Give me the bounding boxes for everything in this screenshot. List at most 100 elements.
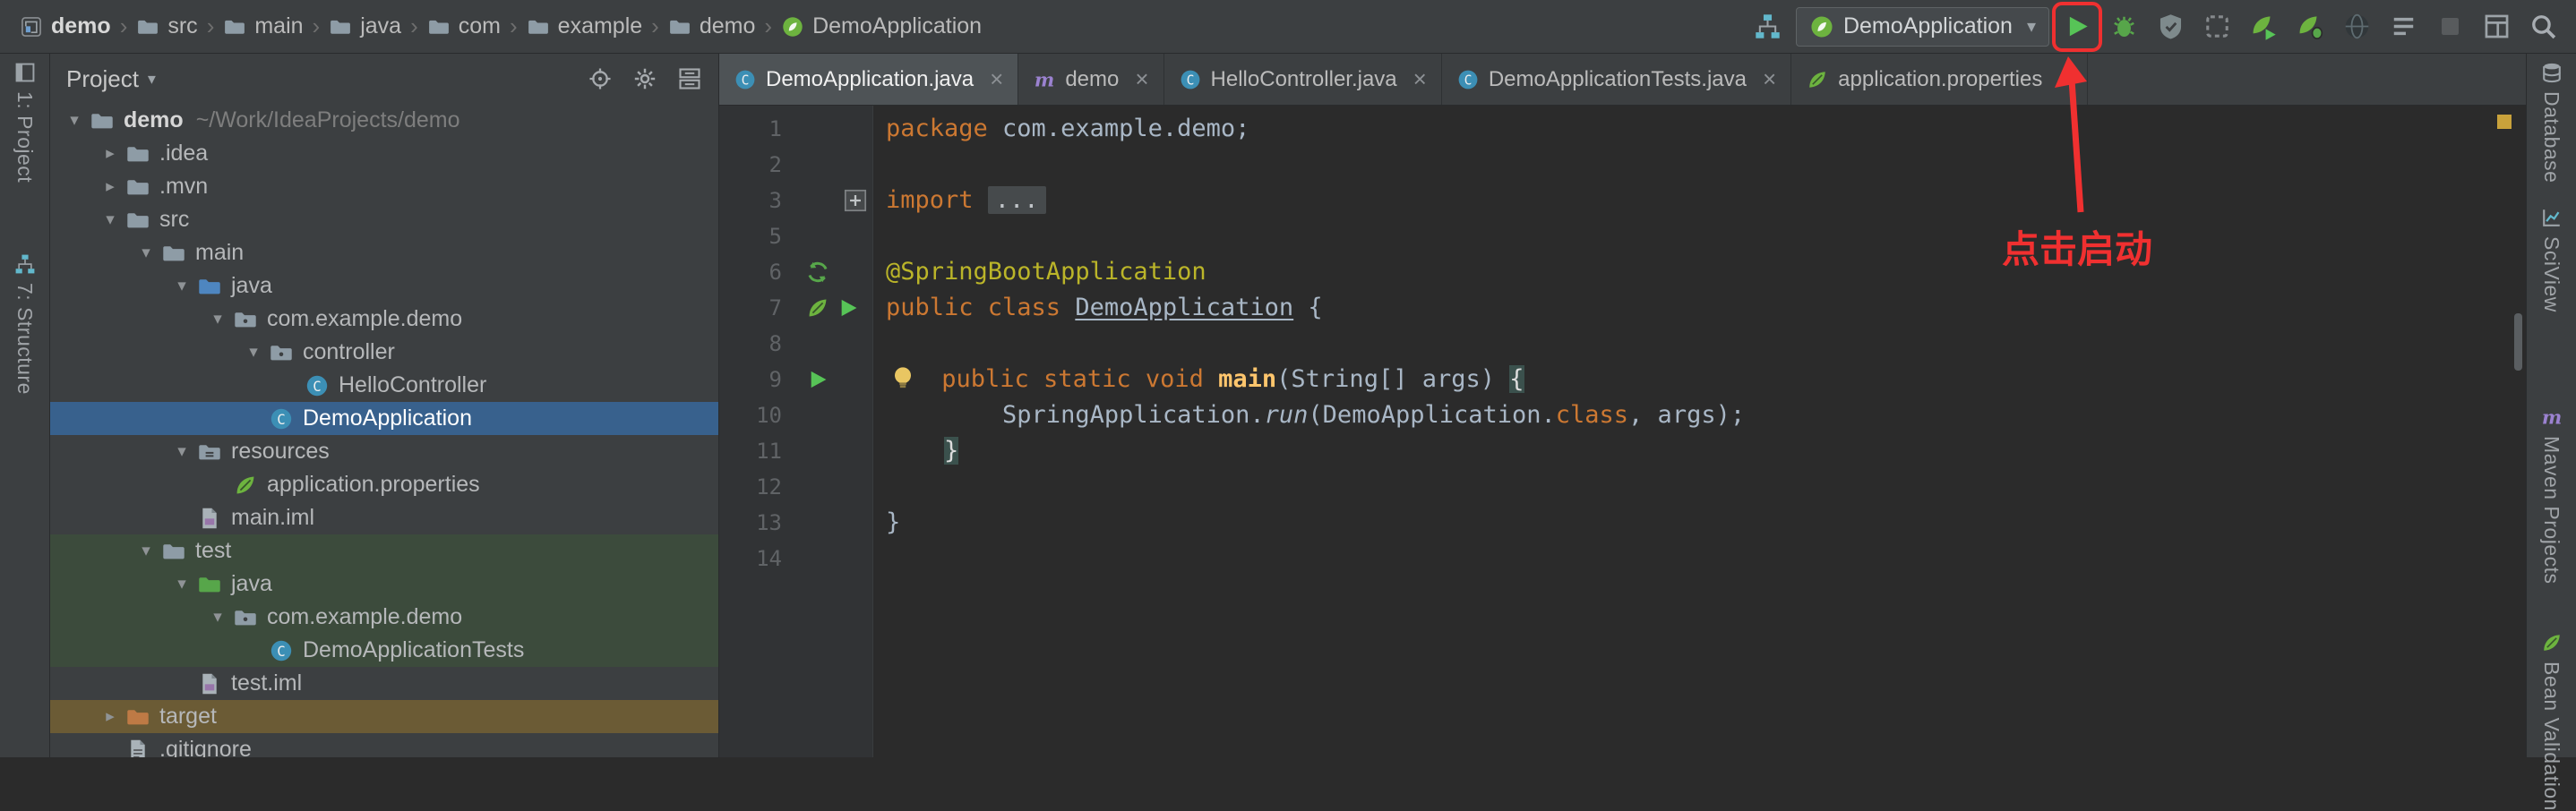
tool-window-button-7-structure[interactable]: 7: Structure bbox=[13, 252, 37, 395]
tree-item-label: application.properties bbox=[267, 472, 480, 497]
play-icon[interactable] bbox=[836, 295, 861, 320]
collapse-all-icon bbox=[677, 66, 702, 91]
search-everywhere-button[interactable] bbox=[2524, 8, 2562, 46]
breadcrumb-item-com[interactable]: com bbox=[424, 12, 504, 41]
svg-text:C: C bbox=[277, 642, 285, 659]
close-tab-icon[interactable]: × bbox=[1413, 65, 1427, 93]
chevron-down-icon[interactable]: ▾ bbox=[167, 441, 197, 462]
editor-scrollbar-thumb[interactable] bbox=[2514, 313, 2522, 371]
breadcrumb-item-demoapplication[interactable]: DemoApplication bbox=[777, 12, 985, 41]
spring-run-button[interactable] bbox=[2245, 8, 2282, 46]
structure-button[interactable] bbox=[1749, 8, 1787, 46]
close-tab-icon[interactable]: × bbox=[1763, 65, 1776, 93]
chevron-down-icon[interactable]: ▾ bbox=[202, 607, 233, 627]
tree-item-application-properties[interactable]: application.properties bbox=[50, 468, 718, 501]
locate-button[interactable] bbox=[584, 63, 616, 95]
tree-item-demo[interactable]: ▾ demo ~/Work/IdeaProjects/demo bbox=[50, 104, 718, 137]
tree-item-com-example-demo[interactable]: ▾ com.example.demo bbox=[50, 303, 718, 336]
chevron-down-icon[interactable]: ▾ bbox=[131, 243, 161, 263]
tree-item-test-iml[interactable]: test.iml bbox=[50, 667, 718, 700]
tab-hellocontroller-java[interactable]: C HelloController.java × bbox=[1164, 54, 1442, 105]
line-number[interactable]: 7 bbox=[719, 290, 798, 326]
globe-button[interactable] bbox=[2338, 8, 2375, 46]
tree-item-src[interactable]: ▾ src bbox=[50, 203, 718, 236]
chevron-down-icon[interactable]: ▾ bbox=[167, 574, 197, 594]
tab-demoapplicationtests-java[interactable]: C DemoApplicationTests.java × bbox=[1442, 54, 1792, 105]
window-layout-button[interactable] bbox=[2477, 8, 2515, 46]
run-with-coverage-button[interactable] bbox=[2151, 8, 2189, 46]
spring-leaf-icon[interactable] bbox=[805, 295, 830, 320]
chevron-right-icon[interactable]: ▸ bbox=[95, 143, 125, 164]
tool-window-button-sciview[interactable]: SciView bbox=[2539, 206, 2563, 312]
class-icon: C bbox=[1456, 68, 1480, 91]
chevron-down-icon[interactable]: ▾ bbox=[59, 110, 90, 131]
inspection-status-badge[interactable] bbox=[2497, 115, 2512, 129]
line-number[interactable]: 10 bbox=[719, 397, 798, 433]
profiler-button[interactable] bbox=[2198, 8, 2236, 46]
settings-button[interactable] bbox=[629, 63, 661, 95]
line-number[interactable]: 9 bbox=[719, 362, 798, 397]
tree-item-test[interactable]: ▾ test bbox=[50, 534, 718, 568]
chevron-down-icon[interactable]: ▾ bbox=[238, 342, 269, 363]
line-number[interactable]: 12 bbox=[719, 469, 798, 505]
tree-item-com-example-demo[interactable]: ▾ com.example.demo bbox=[50, 601, 718, 634]
tree-item-hellocontroller[interactable]: C HelloController bbox=[50, 369, 718, 402]
tree-item-java[interactable]: ▾ java bbox=[50, 269, 718, 303]
collapse-all-button[interactable] bbox=[674, 63, 706, 95]
tree-item-controller[interactable]: ▾ controller bbox=[50, 336, 718, 369]
chevron-down-icon[interactable]: ▾ bbox=[202, 309, 233, 329]
breadcrumb-item-demo[interactable]: demo bbox=[665, 12, 760, 41]
tool-window-button-maven-projects[interactable]: m Maven Projects bbox=[2539, 406, 2563, 585]
line-number[interactable]: 8 bbox=[719, 326, 798, 362]
breadcrumb-item-example[interactable]: example bbox=[523, 12, 647, 41]
debug-button[interactable] bbox=[2105, 8, 2142, 46]
fold-plus-icon[interactable] bbox=[843, 188, 868, 213]
bean-icon[interactable] bbox=[805, 260, 830, 285]
chevron-right-icon[interactable]: ▸ bbox=[95, 176, 125, 197]
tree-item-target[interactable]: ▸ target bbox=[50, 700, 718, 733]
console-button[interactable] bbox=[2384, 8, 2422, 46]
breadcrumb-item-java[interactable]: java bbox=[325, 12, 405, 41]
chevron-down-icon[interactable]: ▾ bbox=[131, 541, 161, 561]
spring-debug-button[interactable] bbox=[2291, 8, 2329, 46]
stop-button[interactable] bbox=[2431, 8, 2469, 46]
tab-demo[interactable]: m demo × bbox=[1018, 54, 1164, 105]
tree-item-demoapplication[interactable]: C DemoApplication bbox=[50, 402, 718, 435]
tree-item-idea[interactable]: ▸ .idea bbox=[50, 137, 718, 170]
tab-demoapplication-java[interactable]: C DemoApplication.java × bbox=[719, 54, 1019, 105]
line-number[interactable]: 3 bbox=[719, 183, 798, 218]
close-tab-icon[interactable]: × bbox=[2058, 65, 2072, 93]
close-tab-icon[interactable]: × bbox=[1135, 65, 1148, 93]
play-icon[interactable] bbox=[805, 367, 830, 392]
line-number[interactable]: 14 bbox=[719, 541, 798, 576]
bulb-icon[interactable] bbox=[889, 364, 916, 391]
tool-window-button-bean-validation[interactable]: Bean Validation bbox=[2539, 631, 2563, 811]
close-tab-icon[interactable]: × bbox=[990, 65, 1003, 93]
line-number[interactable]: 5 bbox=[719, 218, 798, 254]
chevron-right-icon[interactable]: ▸ bbox=[95, 706, 125, 727]
breadcrumb-item-main[interactable]: main bbox=[219, 12, 306, 41]
tree-item-demoapplicationtests[interactable]: C DemoApplicationTests bbox=[50, 634, 718, 667]
tree-item-gitignore[interactable]: .gitignore bbox=[50, 733, 718, 757]
code-editor[interactable]: 1 package com.example.demo; 2 3 import ... 5 6… bbox=[719, 106, 2526, 757]
line-number[interactable]: 6 bbox=[719, 254, 798, 290]
tree-item-resources[interactable]: ▾ resources bbox=[50, 435, 718, 468]
run-button[interactable]: 点击启动 bbox=[2002, 1, 2152, 270]
tree-item-java[interactable]: ▾ java bbox=[50, 568, 718, 601]
chevron-down-icon[interactable]: ▾ bbox=[95, 209, 125, 230]
project-panel-title[interactable]: Project ▾ bbox=[66, 65, 156, 93]
breadcrumb-item-src[interactable]: src bbox=[133, 12, 201, 41]
line-number[interactable]: 11 bbox=[719, 433, 798, 469]
tab-application-properties[interactable]: application.properties × bbox=[1791, 54, 2088, 105]
tool-window-button-1-project[interactable]: 1: Project bbox=[13, 61, 37, 183]
tree-item-main-iml[interactable]: main.iml bbox=[50, 501, 718, 534]
tree-item-mvn[interactable]: ▸ .mvn bbox=[50, 170, 718, 203]
line-number[interactable]: 1 bbox=[719, 111, 798, 147]
run-config-selector[interactable]: DemoApplication ▾ bbox=[1795, 6, 2049, 47]
tool-window-button-database[interactable]: Database bbox=[2539, 61, 2563, 183]
line-number[interactable]: 13 bbox=[719, 505, 798, 541]
breadcrumb-item-demo[interactable]: demo bbox=[16, 12, 115, 41]
tree-item-main[interactable]: ▾ main bbox=[50, 236, 718, 269]
line-number[interactable]: 2 bbox=[719, 147, 798, 183]
chevron-down-icon[interactable]: ▾ bbox=[167, 276, 197, 296]
